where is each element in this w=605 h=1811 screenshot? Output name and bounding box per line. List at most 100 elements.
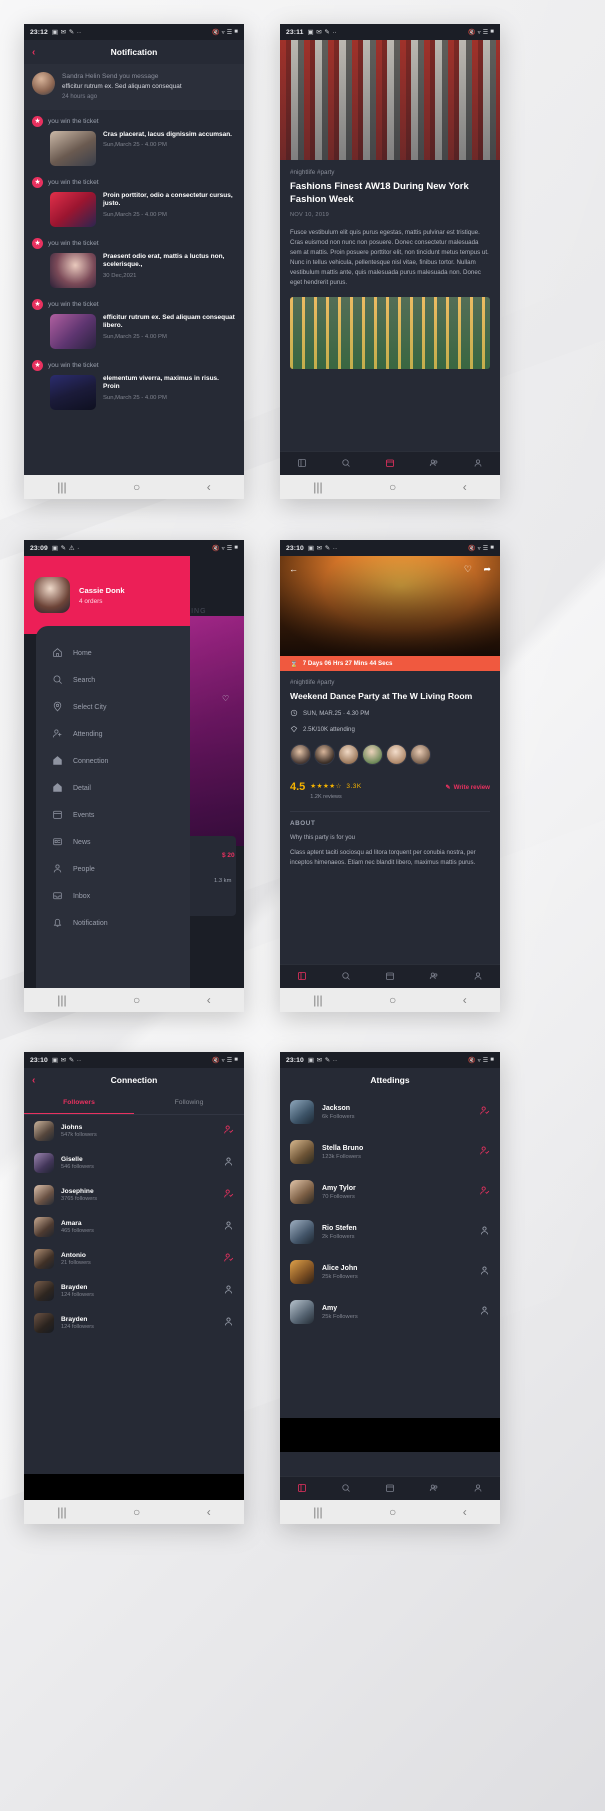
user-name: Jiohns [61,1123,83,1131]
follow-button-icon[interactable] [479,1263,490,1281]
tab-events[interactable] [385,1480,395,1498]
follow-added-icon[interactable] [223,1250,234,1268]
tab-people[interactable] [429,1480,439,1498]
table-row[interactable]: Amara 465 followers [24,1211,244,1243]
table-row[interactable]: Antonio 21 followers [24,1243,244,1275]
home-button[interactable]: ○ [389,993,396,1007]
table-row[interactable]: Brayden 124 followers [24,1307,244,1339]
back-button[interactable]: ‹ [207,1505,211,1519]
tab-events[interactable] [385,455,395,473]
drawer-profile-header[interactable]: Cassie Donk 4 orders [24,556,190,634]
more-icon: ·· [332,28,337,36]
table-row[interactable]: Giselle 546 followers [24,1147,244,1179]
recents-button[interactable]: ||| [313,480,322,494]
notification-item[interactable]: ★ you win the ticket Proin porttitor, odi… [24,171,244,232]
notification-item[interactable]: ★ you win the ticket Praesent odio erat, … [24,232,244,293]
follow-button-icon[interactable] [223,1218,234,1236]
home-button[interactable]: ○ [133,480,140,494]
notification-item[interactable]: ★ you win the ticket Cras placerat, lacus… [24,110,244,171]
share-icon[interactable]: ➦ [483,564,491,575]
drawer-item-notification[interactable]: Notification [36,910,190,937]
list-item[interactable]: Amy 25k Followers [280,1292,500,1332]
tab-feed[interactable] [297,1480,307,1498]
tab-events[interactable] [385,968,395,986]
favorite-heart-icon[interactable]: ♡ [464,564,472,575]
home-button[interactable]: ○ [389,1505,396,1519]
home-button[interactable]: ○ [389,480,396,494]
follow-added-icon[interactable] [479,1183,490,1201]
follow-button-icon[interactable] [223,1154,234,1172]
list-item[interactable]: Jackson 6k Followers [280,1092,500,1132]
back-button[interactable]: ‹ [207,480,211,494]
tab-following[interactable]: Following [134,1092,244,1114]
drawer-item-search[interactable]: Search [36,667,190,694]
back-button[interactable]: ‹ [463,1505,467,1519]
back-button[interactable]: ‹ [207,993,211,1007]
back-button[interactable]: ‹ [32,1075,35,1086]
drawer-item-select-city[interactable]: Select City [36,694,190,721]
follow-added-icon[interactable] [223,1186,234,1204]
message-notification[interactable]: Sandra Helin Send you message efficitur … [24,64,244,110]
follow-button-icon[interactable] [223,1314,234,1332]
drawer-item-events[interactable]: Events [36,802,190,829]
back-button[interactable]: ← [289,564,298,574]
recents-button[interactable]: ||| [57,480,66,494]
follow-added-icon[interactable] [479,1103,490,1121]
drawer-item-connection[interactable]: Connection [36,748,190,775]
drawer-item-people[interactable]: People [36,856,190,883]
home-button[interactable]: ○ [133,1505,140,1519]
notification-item[interactable]: ★ you win the ticket efficitur rutrum ex.… [24,293,244,354]
phone-event-detail: 23:10 ▣ ✉ ✎ ·· 🔇 ▿ ☰ ■ ← ♡ ➦ ⌛ 7 Days 06… [280,540,500,1012]
ticket-title: elementum viverra, maximus in risus. Pro… [103,374,219,391]
list-item[interactable]: Rio Stefen 2k Followers [280,1212,500,1252]
follow-button-icon[interactable] [223,1282,234,1300]
recents-button[interactable]: ||| [57,1505,66,1519]
status-right-icons: 🔇 ▿ ☰ ■ [212,545,238,552]
tab-profile[interactable] [473,1480,483,1498]
tab-profile[interactable] [473,455,483,473]
tab-feed[interactable] [297,968,307,986]
attendee-avatars[interactable] [290,743,490,765]
favorite-heart-icon[interactable]: ♡ [222,694,229,703]
tab-people[interactable] [429,968,439,986]
tab-people[interactable] [429,455,439,473]
follow-added-icon[interactable] [223,1122,234,1140]
pencil-icon: ✎ [445,783,451,791]
tab-search[interactable] [341,968,351,986]
table-row[interactable]: Brayden 124 followers [24,1275,244,1307]
notification-item[interactable]: ★ you win the ticket elementum viverra, m… [24,354,244,415]
back-button[interactable]: ‹ [32,47,35,58]
tab-feed[interactable] [297,455,307,473]
win-label: you win the ticket [48,361,99,369]
more-icon: ·· [76,1056,82,1064]
status-time: 23:09 [30,544,48,552]
follow-button-icon[interactable] [479,1303,490,1321]
drawer-item-home[interactable]: Home [36,640,190,667]
article-tags: #nightlife #party [290,169,335,176]
tab-followers[interactable]: Followers [24,1092,134,1114]
table-row[interactable]: Jiohns 547k followers [24,1115,244,1147]
tab-search[interactable] [341,455,351,473]
recents-button[interactable]: ||| [313,1505,322,1519]
tab-profile[interactable] [473,968,483,986]
tab-search[interactable] [341,1480,351,1498]
list-item[interactable]: Stella Bruno 123k Followers [280,1132,500,1172]
drawer-item-inbox[interactable]: Inbox [36,883,190,910]
drawer-item-news[interactable]: News [36,829,190,856]
list-item[interactable]: Alice John 25k Followers [280,1252,500,1292]
write-review-button[interactable]: ✎ Write review [445,784,490,791]
calendar-icon [52,809,63,822]
drawer-item-detail[interactable]: Detail [36,775,190,802]
list-item[interactable]: Amy Tylor 70 Followers [280,1172,500,1212]
drawer-item-attending[interactable]: Attending [36,721,190,748]
message-body: efficitur rutrum ex. Sed aliquam consequ… [62,82,182,90]
home-button[interactable]: ○ [133,993,140,1007]
status-left-icons: ▣ ✉ ✎ ·· [308,1056,337,1065]
table-row[interactable]: Josephine 3765 followers [24,1179,244,1211]
back-button[interactable]: ‹ [463,480,467,494]
follow-button-icon[interactable] [479,1223,490,1241]
back-button[interactable]: ‹ [463,993,467,1007]
follow-added-icon[interactable] [479,1143,490,1161]
recents-button[interactable]: ||| [313,993,322,1007]
recents-button[interactable]: ||| [57,993,66,1007]
